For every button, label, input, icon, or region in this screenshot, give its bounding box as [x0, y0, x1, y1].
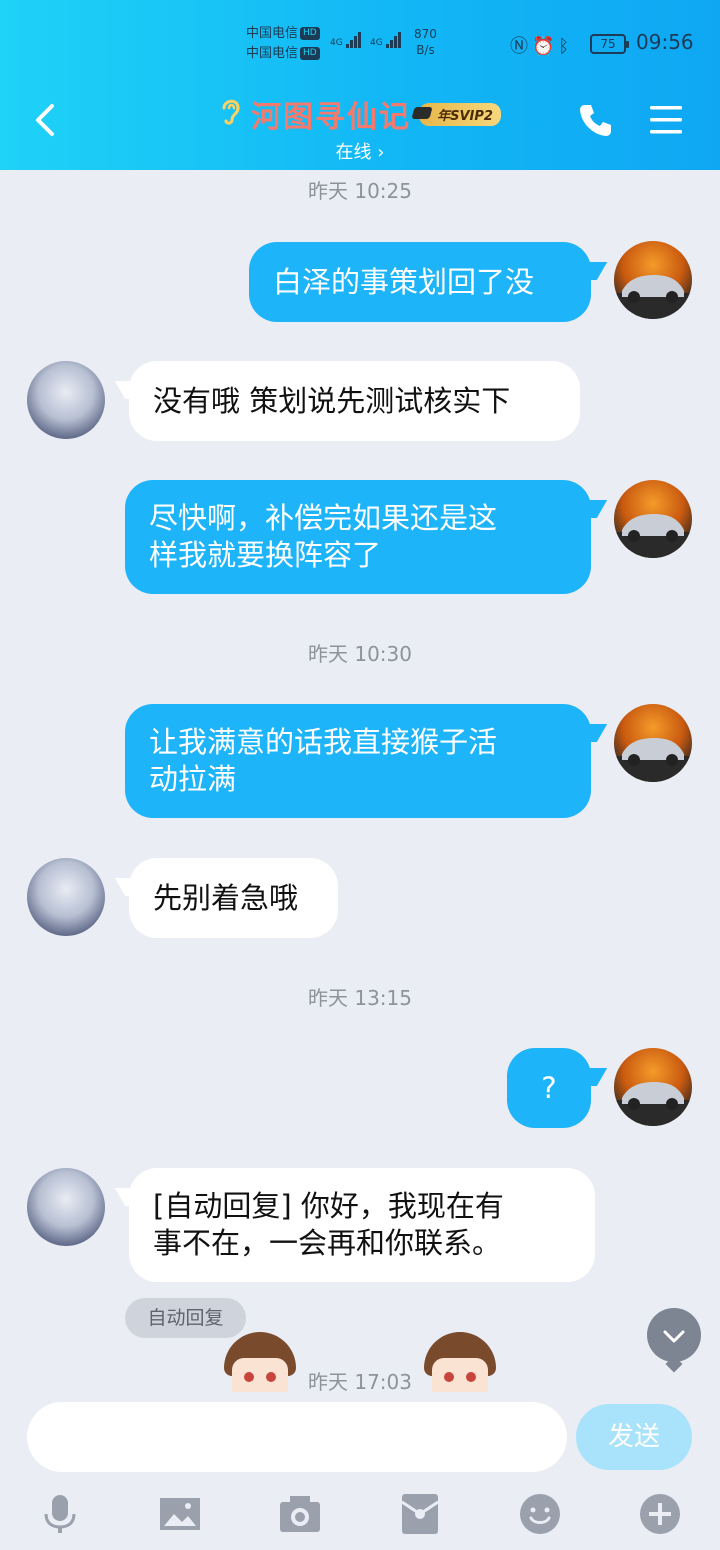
speed-unit: B/s [416, 43, 435, 57]
plus-icon[interactable] [638, 1492, 682, 1536]
hd-badge-1: HD [300, 27, 320, 40]
signal-icon-1: 4G [330, 32, 362, 48]
carrier-2: 中国电信 [246, 46, 299, 61]
message-bubble-sent[interactable]: 白泽的事策划回了没 [249, 242, 591, 322]
message-bubble-received[interactable]: 先别着急哦 [129, 858, 338, 938]
message-line: 尽快啊，补偿完如果还是这 [149, 501, 498, 535]
svip-badge-prefix: 年 [437, 108, 451, 124]
message-line: 事不在，一会再和你联系。 [153, 1226, 502, 1260]
status-bar: 中国电信 HD 中国电信 HD 4G 4G 870 B/s Ⓝ⏰ᛒ 75 09:56 [0, 22, 720, 66]
contact-name: 河图寻仙记 [251, 100, 412, 135]
send-button[interactable]: 发送 [576, 1404, 692, 1470]
clock: 09:56 [636, 30, 694, 54]
timestamp: 昨天 10:30 [308, 642, 412, 666]
timestamp: 昨天 13:15 [308, 986, 412, 1010]
message-line: [自动回复] 你好，我现在有 [153, 1189, 504, 1223]
phone-icon [580, 105, 611, 136]
message-bubble-sent[interactable]: ? [507, 1048, 591, 1128]
my-avatar[interactable] [614, 480, 692, 558]
red-packet-icon[interactable] [398, 1492, 442, 1536]
microphone-icon[interactable] [38, 1492, 82, 1536]
network-type-1: 4G [330, 38, 343, 48]
network-type-2: 4G [370, 38, 383, 48]
menu-button[interactable] [646, 100, 686, 140]
timestamp: 昨天 10:25 [308, 179, 412, 203]
message-bubble-received[interactable]: 没有哦 策划说先测试核实下 [129, 361, 580, 441]
message-bubble-received[interactable]: [自动回复] 你好，我现在有 事不在，一会再和你联系。 [129, 1168, 595, 1282]
carrier-info: 中国电信 HD 中国电信 HD [246, 24, 320, 64]
ear-icon [219, 96, 243, 133]
contact-avatar[interactable] [27, 858, 105, 936]
message-bubble-sent[interactable]: 让我满意的话我直接猴子活 动拉满 [125, 704, 591, 818]
sticker-character [418, 1332, 502, 1394]
timestamp: 昨天 17:03 [308, 1370, 412, 1394]
hd-badge-2: HD [300, 47, 320, 60]
network-speed: 870 B/s [414, 26, 437, 58]
camera-icon[interactable] [278, 1492, 322, 1536]
nfc-icon: Ⓝ [510, 36, 532, 57]
signal-icon-2: 4G [370, 32, 402, 48]
message-bubble-sent[interactable]: 尽快啊，补偿完如果还是这 样我就要换阵容了 [125, 480, 591, 594]
speed-value: 870 [414, 27, 437, 41]
scroll-to-bottom-button[interactable] [647, 1308, 701, 1362]
message-line: 样我就要换阵容了 [149, 538, 382, 572]
chevron-down-icon [663, 1330, 685, 1343]
message-line: 没有哦 策划说先测试核实下 [153, 383, 511, 418]
hamburger-icon [650, 106, 682, 134]
message-line: ? [541, 1070, 557, 1105]
message-line: 动拉满 [149, 762, 237, 796]
online-status: 在线 › [335, 142, 385, 163]
bluetooth-icon: ᛒ [558, 36, 574, 57]
alarm-icon: ⏰ [532, 36, 559, 57]
message-input[interactable] [27, 1402, 567, 1472]
battery-icon: 75 [590, 34, 629, 54]
emoji-icon[interactable] [518, 1492, 562, 1536]
call-button[interactable] [576, 100, 616, 140]
svip-badge-label: SVIP2 [450, 108, 493, 124]
image-icon[interactable] [158, 1492, 202, 1536]
composer: 发送 [0, 1392, 720, 1550]
message-line: 先别着急哦 [153, 880, 299, 915]
my-avatar[interactable] [614, 704, 692, 782]
message-line: 让我满意的话我直接猴子活 [149, 725, 498, 759]
system-icons: Ⓝ⏰ᛒ [510, 32, 573, 58]
chat-header: 中国电信 HD 中国电信 HD 4G 4G 870 B/s Ⓝ⏰ᛒ 75 09:56 [0, 0, 720, 170]
contact-avatar[interactable] [27, 1168, 105, 1246]
message-line: 白泽的事策划回了没 [273, 264, 535, 299]
svip-badge: 年SVIP2 [419, 102, 501, 126]
carrier-1: 中国电信 [246, 26, 299, 41]
my-avatar[interactable] [614, 1048, 692, 1126]
contact-avatar[interactable] [27, 361, 105, 439]
my-avatar[interactable] [614, 241, 692, 319]
